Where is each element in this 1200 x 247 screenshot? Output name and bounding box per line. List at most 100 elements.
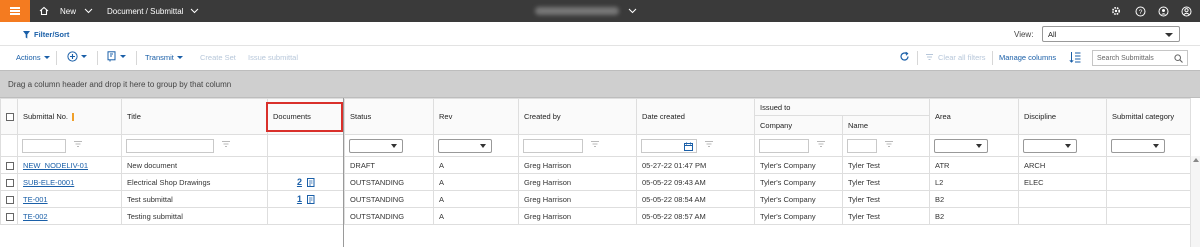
vertical-scrollbar[interactable] <box>1190 156 1200 247</box>
flag-menu[interactable] <box>107 51 126 62</box>
filter-select-status[interactable] <box>349 138 403 153</box>
chevron-down-icon[interactable] <box>628 8 637 14</box>
filter-input-submittal-no[interactable] <box>22 138 66 153</box>
caret-down-icon <box>1165 33 1173 37</box>
actions-label: Actions <box>16 53 41 62</box>
row-checkbox[interactable] <box>6 161 14 170</box>
profile-icon[interactable] <box>1180 5 1192 17</box>
view-select[interactable]: All <box>1042 26 1180 42</box>
column-header-label: Discipline <box>1024 112 1057 121</box>
column-header-created-by[interactable]: Created by <box>518 98 637 135</box>
filter-select-submittal-category[interactable] <box>1111 138 1165 153</box>
manage-columns-button[interactable]: Manage columns <box>999 53 1056 62</box>
column-settings-icon[interactable] <box>1069 51 1081 63</box>
filter-input-name[interactable] <box>847 138 877 153</box>
new-menu[interactable]: New <box>60 0 93 22</box>
column-header-date-created[interactable]: Date created <box>636 98 755 135</box>
filter-icon[interactable] <box>591 141 599 150</box>
column-header-company[interactable]: Company <box>754 115 843 135</box>
main-menu-button[interactable] <box>0 0 30 22</box>
calendar-icon[interactable] <box>684 142 693 151</box>
filter-clear-icon <box>926 53 933 60</box>
breadcrumb-label: Document / Submittal <box>107 6 184 16</box>
view-label: View: <box>1014 30 1034 39</box>
column-header-discipline[interactable]: Discipline <box>1018 98 1107 135</box>
filter-sort-button[interactable]: Filter/Sort <box>23 30 69 39</box>
row-select-cell <box>0 173 18 191</box>
filter-select-area[interactable] <box>934 138 988 153</box>
table-row[interactable]: NEW_NODELIV-01 New document DRAFT A Greg… <box>0 156 1191 174</box>
documents-cell: 1 <box>267 190 345 208</box>
column-header-name[interactable]: Name <box>842 115 930 135</box>
clear-filters-label: Clear all filters <box>938 53 986 62</box>
filter-icon[interactable] <box>817 141 825 150</box>
toolbar-divider <box>56 51 57 65</box>
column-header-area[interactable]: Area <box>929 98 1019 135</box>
submittals-grid: Submittal No. Title Documents Status Rev… <box>0 98 1191 225</box>
document-icon[interactable] <box>307 195 315 205</box>
search-icon[interactable] <box>1174 54 1183 63</box>
table-row[interactable]: TE-001 Test submittal 1 OUTSTANDING A Gr… <box>0 190 1191 208</box>
submittal-link[interactable]: NEW_NODELIV-01 <box>23 161 88 170</box>
issue-submittal-button[interactable]: Issue submittal <box>248 53 298 62</box>
create-set-button[interactable]: Create Set <box>200 53 236 62</box>
user-icon[interactable] <box>1157 5 1169 17</box>
row-checkbox[interactable] <box>6 212 14 221</box>
gear-icon[interactable] <box>1110 5 1122 17</box>
column-header-submittal-no[interactable]: Submittal No. <box>17 98 122 135</box>
search-input[interactable]: Search Submittals <box>1092 50 1188 66</box>
table-row[interactable]: SUB-ELE-0001 Electrical Shop Drawings 2 … <box>0 173 1191 191</box>
actions-menu[interactable]: Actions <box>16 53 50 62</box>
table-row[interactable]: TE-002 Testing submittal OUTSTANDING A G… <box>0 207 1191 225</box>
filter-input-date-created[interactable] <box>641 138 697 153</box>
filter-select-discipline[interactable] <box>1023 138 1077 153</box>
submittal-link[interactable]: SUB-ELE-0001 <box>23 178 74 187</box>
filter-icon[interactable] <box>885 141 893 150</box>
toolbar-divider <box>917 51 918 65</box>
filter-cell <box>754 134 843 157</box>
transmit-menu[interactable]: Transmit <box>145 53 183 62</box>
clear-filters-button[interactable]: Clear all filters <box>926 53 986 62</box>
document-icon[interactable] <box>307 178 315 188</box>
row-select-cell <box>0 156 18 174</box>
frozen-column-divider[interactable] <box>343 98 344 247</box>
column-header-label: Title <box>127 112 141 121</box>
status-cell: DRAFT <box>344 156 434 174</box>
column-header-submittal-category[interactable]: Submittal category <box>1106 98 1191 135</box>
filter-input-title[interactable] <box>126 138 214 153</box>
title-cell: Testing submittal <box>121 207 268 225</box>
row-checkbox[interactable] <box>6 195 14 204</box>
document-count-link[interactable]: 1 <box>297 194 302 204</box>
title-cell: Electrical Shop Drawings <box>121 173 268 191</box>
filter-cell <box>17 134 122 157</box>
column-header-status[interactable]: Status <box>344 98 434 135</box>
filter-icon[interactable] <box>705 141 713 150</box>
caret-down-icon <box>120 55 126 58</box>
date-created-cell: 05-27-22 01:47 PM <box>636 156 755 174</box>
chevron-down-icon <box>84 8 93 14</box>
filter-icon[interactable] <box>74 141 82 150</box>
filter-input-created-by[interactable] <box>523 138 583 153</box>
filter-input-company[interactable] <box>759 138 809 153</box>
document-count-link[interactable]: 2 <box>297 177 302 187</box>
documents-column-highlight <box>266 102 343 132</box>
filter-select-rev[interactable] <box>438 138 492 153</box>
select-all-checkbox[interactable] <box>6 113 14 121</box>
help-icon[interactable]: ? <box>1134 5 1146 17</box>
filter-icon[interactable] <box>222 141 230 150</box>
scroll-up-icon[interactable] <box>1193 158 1199 162</box>
row-checkbox[interactable] <box>6 178 14 187</box>
submittal-link[interactable]: TE-001 <box>23 195 48 204</box>
group-by-drop-zone[interactable]: Drag a column header and drop it here to… <box>0 70 1200 98</box>
project-title-blurred[interactable] <box>535 7 619 15</box>
submittal-link[interactable]: TE-002 <box>23 212 48 221</box>
add-menu[interactable] <box>67 51 87 62</box>
status-cell: OUTSTANDING <box>344 207 434 225</box>
column-header-title[interactable]: Title <box>121 98 268 135</box>
column-header-rev[interactable]: Rev <box>433 98 519 135</box>
home-icon[interactable] <box>38 5 50 17</box>
column-group-label: Issued to <box>760 102 791 112</box>
breadcrumb[interactable]: Document / Submittal <box>107 0 199 22</box>
refresh-icon[interactable] <box>899 51 910 62</box>
rev-cell: A <box>433 207 519 225</box>
